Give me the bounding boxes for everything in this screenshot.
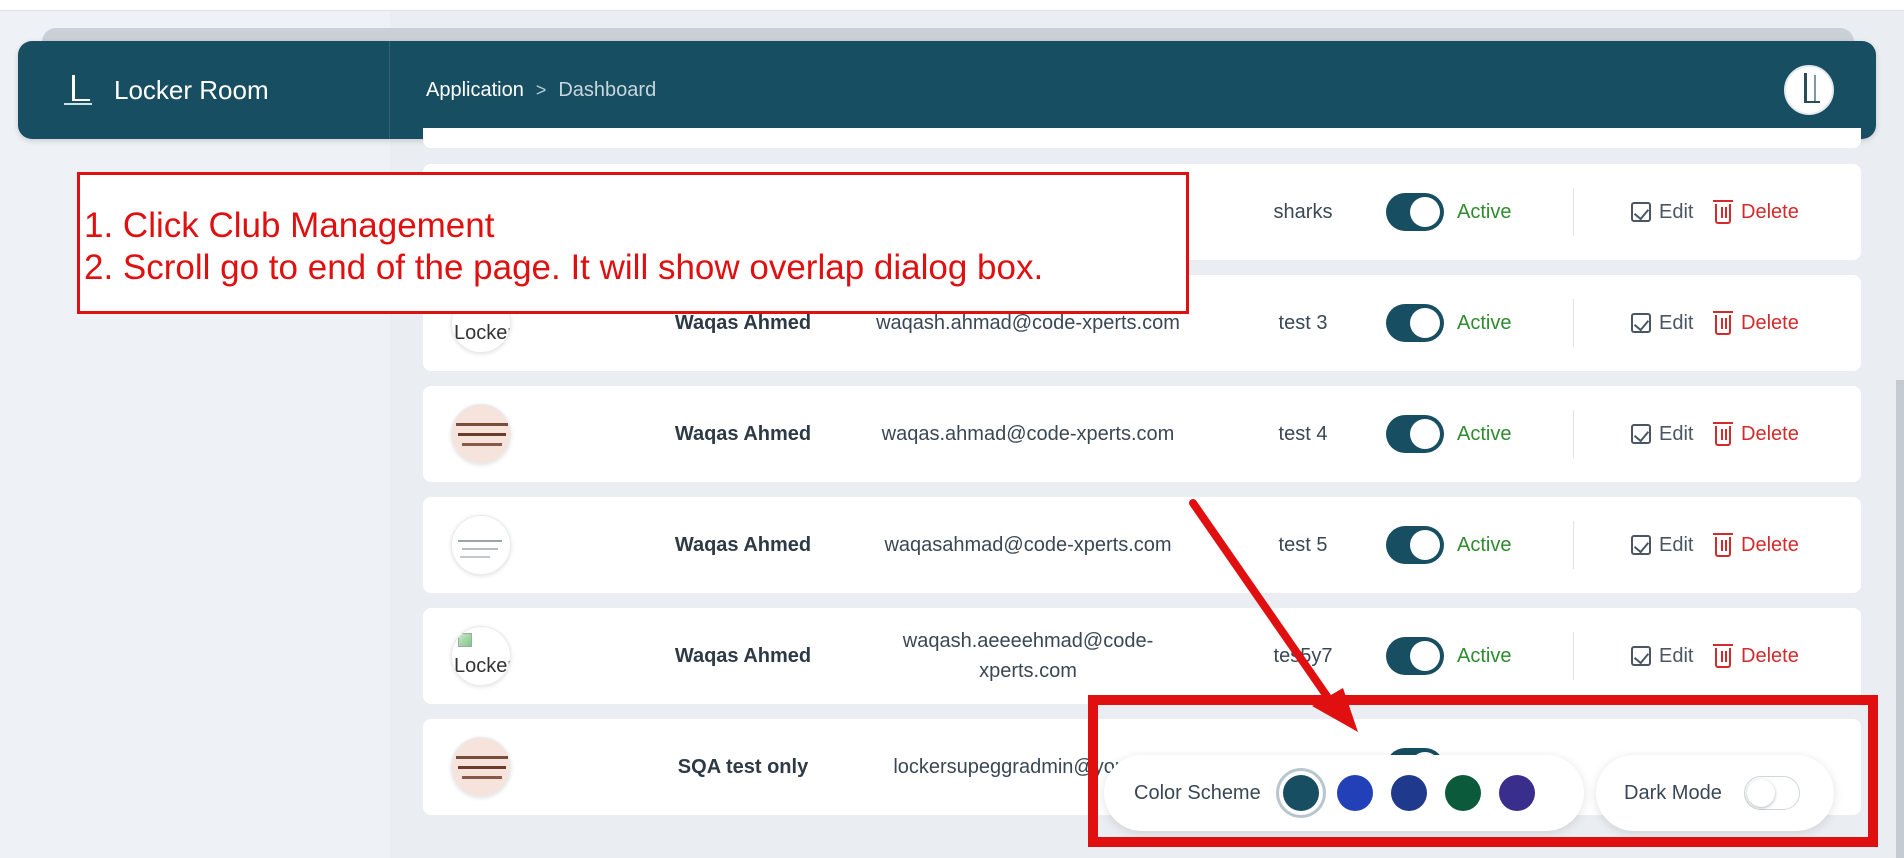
trash-icon [1713, 311, 1733, 335]
locker-room-logo-icon [60, 73, 94, 107]
annotation-highlight-box [1088, 695, 1878, 847]
user-name: Waqas Ahmed [674, 644, 812, 667]
delete-button[interactable]: Delete [1713, 164, 1799, 260]
avatar-alt-text: Locker [454, 322, 511, 344]
user-email: waqas.ahmad@code-xperts.com [881, 423, 1175, 445]
avatar-alt-text: Locker [454, 655, 511, 677]
club-avatar [451, 515, 511, 575]
broken-image-icon [458, 633, 472, 647]
table-row: Locker Waqas Ahmed waqash.aeeeehmad@code… [423, 608, 1861, 704]
divider [1573, 632, 1574, 680]
trash-icon [1713, 533, 1733, 557]
user-avatar[interactable] [1784, 65, 1834, 115]
edit-label: Edit [1659, 644, 1694, 667]
club-name: sharks [1273, 200, 1333, 223]
edit-icon [1631, 313, 1651, 333]
chevron-right-icon: > [535, 79, 547, 100]
edit-button[interactable]: Edit [1631, 608, 1693, 704]
edit-label: Edit [1659, 311, 1694, 334]
user-email: waqasahmad@code-xperts.com [884, 534, 1172, 556]
delete-label: Delete [1741, 533, 1799, 556]
trash-icon [1713, 200, 1733, 224]
edit-button[interactable]: Edit [1631, 386, 1693, 482]
edit-button[interactable]: Edit [1631, 497, 1693, 593]
club-avatar: Locker [451, 626, 511, 686]
table-row-partial [423, 128, 1861, 148]
trash-icon [1713, 422, 1733, 446]
club-name: test 5 [1278, 533, 1328, 556]
status-label: Active [1457, 422, 1512, 445]
delete-label: Delete [1741, 311, 1799, 334]
edit-button[interactable]: Edit [1631, 275, 1693, 371]
edit-label: Edit [1659, 200, 1694, 223]
app-header: Locker Room Application > Dashboard [18, 41, 1876, 139]
top-strip [0, 0, 1904, 11]
trash-icon [1713, 644, 1733, 668]
brand-title: Locker Room [114, 74, 269, 105]
edit-icon [1631, 202, 1651, 222]
status-toggle[interactable] [1386, 637, 1444, 675]
club-avatar [451, 404, 511, 464]
edit-label: Edit [1659, 422, 1694, 445]
delete-label: Delete [1741, 644, 1799, 667]
breadcrumb-dashboard: Dashboard [558, 78, 657, 101]
edit-icon [1631, 646, 1651, 666]
user-name: Waqas Ahmed [674, 533, 812, 556]
breadcrumb: Application > Dashboard [426, 79, 656, 102]
status-label: Active [1457, 644, 1512, 667]
user-name: Waqas Ahmed [674, 422, 812, 445]
annotation-note: 1. Click Club Management 2. Scroll go to… [77, 172, 1189, 314]
club-avatar [451, 737, 511, 797]
delete-button[interactable]: Delete [1713, 608, 1799, 704]
edit-icon [1631, 424, 1651, 444]
divider [1573, 521, 1574, 569]
delete-button[interactable]: Delete [1713, 275, 1799, 371]
status-toggle[interactable] [1386, 526, 1444, 564]
annotation-line-1: 1. Click Club Management [84, 206, 495, 245]
annotation-line-2: 2. Scroll go to end of the page. It will… [84, 248, 1044, 287]
edit-label: Edit [1659, 533, 1694, 556]
status-label: Active [1457, 311, 1512, 334]
delete-button[interactable]: Delete [1713, 497, 1799, 593]
status-toggle[interactable] [1386, 415, 1444, 453]
club-name: tes5y7 [1273, 644, 1333, 667]
user-email: waqash.aeeeehmad@code-xperts.com [902, 630, 1154, 682]
brand[interactable]: Locker Room [18, 41, 390, 139]
delete-label: Delete [1741, 422, 1799, 445]
divider [1573, 410, 1574, 458]
club-name: test 3 [1278, 311, 1328, 334]
table-row: Waqas Ahmed waqas.ahmad@code-xperts.com … [423, 386, 1861, 482]
club-name: test 4 [1278, 422, 1328, 445]
edit-button[interactable]: Edit [1631, 164, 1693, 260]
edit-icon [1631, 535, 1651, 555]
divider [1573, 188, 1574, 236]
scrollbar[interactable] [1896, 380, 1904, 858]
status-toggle[interactable] [1386, 304, 1444, 342]
user-name: SQA test only [677, 755, 809, 778]
delete-button[interactable]: Delete [1713, 386, 1799, 482]
status-label: Active [1457, 533, 1512, 556]
breadcrumb-application[interactable]: Application [426, 79, 524, 102]
divider [1573, 299, 1574, 347]
status-label: Active [1457, 200, 1512, 223]
delete-label: Delete [1741, 200, 1799, 223]
table-row: Waqas Ahmed waqasahmad@code-xperts.com t… [423, 497, 1861, 593]
status-toggle[interactable] [1386, 193, 1444, 231]
